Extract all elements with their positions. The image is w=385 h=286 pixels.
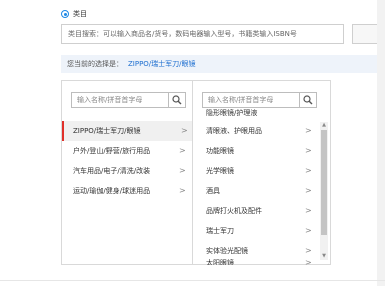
right-category-item[interactable]: 品牌打火机及配件 > [193,201,318,221]
category-search-input[interactable]: 类目搜索：可以输入商品名/货号，数码电器输入型号，书籍类输入ISBN号 [61,24,344,44]
chevron-right-icon: > [179,166,186,175]
right-column-scrollbar-thumb[interactable] [321,130,327,235]
chevron-right-icon: > [305,258,312,265]
right-category-item[interactable]: 酒具 > [193,181,318,201]
bottom-divider [0,280,385,281]
left-category-item-label: 运动/瑜伽/健身/球迷用品 [73,187,151,195]
right-category-item-label: 瑞士军刀 [206,227,234,235]
current-selection-label: 您当前的选择是： [67,60,123,68]
left-column-search-button[interactable] [168,93,185,107]
chevron-right-icon: > [305,226,312,235]
right-category-item-label: 品牌打火机及配件 [206,207,262,215]
chevron-right-icon: > [305,206,312,215]
right-category-item-label: 清眼液、护眼用品 [206,127,262,135]
left-column-search-placeholder: 输入名称/拼音首字母 [77,96,143,104]
right-category-item[interactable]: 隐形眼镜/护理液 [193,102,318,118]
right-category-item[interactable]: 太阳眼镜 > [193,255,318,265]
left-category-item-label: ZIPPO/瑞士军刀/眼镜 [73,127,141,135]
chevron-right-icon: > [305,166,312,175]
current-selection-bar: 您当前的选择是： ZIPPO/瑞士军刀/眼镜 [61,55,385,73]
right-category-item[interactable]: 瑞士军刀 > [193,221,318,241]
left-category-item-label: 汽车用品/电子/清洗/改装 [73,167,151,175]
search-icon [172,95,182,105]
current-selection-value[interactable]: ZIPPO/瑞士军刀/眼镜 [128,60,196,68]
chevron-right-icon: > [179,146,186,155]
scroll-down-arrow-icon[interactable]: ▼ [320,252,328,260]
right-category-item-label: 酒具 [206,187,220,195]
right-category-item-label: 光学眼镜 [206,167,234,175]
right-category-item-label: 隐形眼镜/护理液 [206,109,258,117]
right-category-item-label: 太阳眼镜 [206,259,234,265]
left-category-item[interactable]: 运动/瑜伽/健身/球迷用品 > [62,181,192,201]
category-search-placeholder: 类目搜索：可以输入商品名/货号，数码电器输入型号，书籍类输入ISBN号 [68,30,297,38]
left-column-search-input[interactable]: 输入名称/拼音首字母 [71,92,186,108]
category-radio-label: 类目 [73,10,87,18]
chevron-right-icon: > [305,126,312,135]
left-category-item-label: 户外/登山/野营/旅行用品 [73,147,151,155]
left-category-item[interactable]: 汽车用品/电子/清洗/改装 > [62,161,192,181]
chevron-right-icon: > [181,126,188,135]
category-radio[interactable] [61,10,69,18]
right-category-item[interactable]: 光学眼镜 > [193,161,318,181]
page-scrollbar[interactable] [377,0,385,286]
right-category-item[interactable]: 功能眼镜 > [193,141,318,161]
chevron-right-icon: > [305,146,312,155]
chevron-right-icon: > [179,186,186,195]
left-category-item[interactable]: ZIPPO/瑞士军刀/眼镜 > [62,121,192,141]
chevron-right-icon: > [305,186,312,195]
right-category-item[interactable]: 清眼液、护眼用品 > [193,121,318,141]
scroll-up-arrow-icon[interactable]: ▲ [320,121,328,129]
right-category-item-label: 功能眼镜 [206,147,234,155]
left-category-item[interactable]: 户外/登山/野营/旅行用品 > [62,141,192,161]
